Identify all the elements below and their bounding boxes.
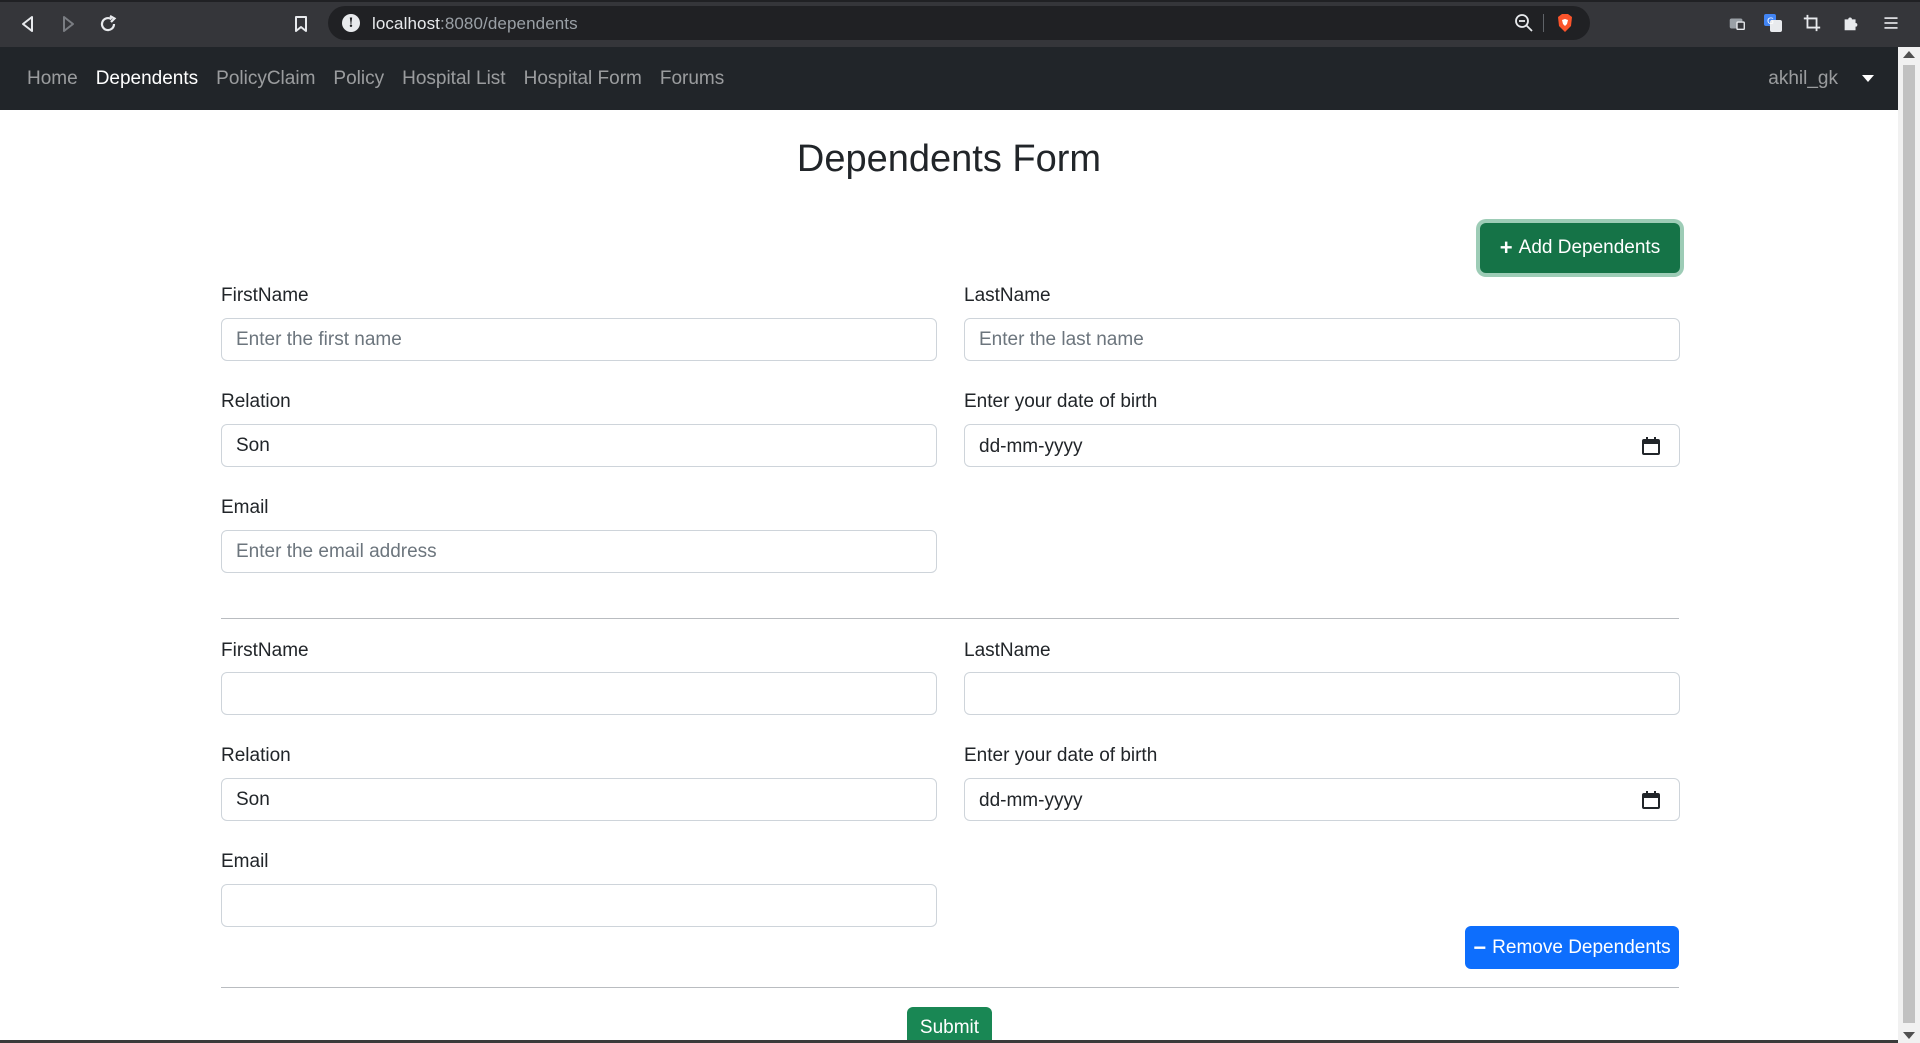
nav-link-policyclaim[interactable]: PolicyClaim [216, 68, 315, 90]
nav-link-hospital-list[interactable]: Hospital List [402, 68, 506, 90]
browser-chrome: ! localhost:8080/dependents G [0, 0, 1920, 47]
last-name-label-2: LastName [964, 640, 1051, 661]
last-name-input[interactable] [964, 318, 1680, 361]
extensions-puzzle-icon[interactable] [1840, 12, 1862, 34]
section-divider [221, 618, 1679, 619]
add-dependents-button[interactable]: + Add Dependents [1480, 223, 1680, 273]
email-label-2: Email [221, 851, 269, 872]
remove-dependents-label: Remove Dependents [1492, 936, 1671, 958]
dob-value-2: dd-mm-yyyy [979, 790, 1083, 811]
translate-icon[interactable]: G [1762, 12, 1784, 34]
first-name-input[interactable] [221, 318, 937, 361]
relation-input[interactable] [221, 424, 937, 467]
nav-link-forums[interactable]: Forums [660, 68, 724, 90]
browser-menu-icon[interactable] [1880, 12, 1902, 34]
first-name-label-2: FirstName [221, 640, 309, 661]
address-bar-divider [1543, 14, 1544, 32]
plus-icon: + [1499, 235, 1513, 260]
add-dependents-label: Add Dependents [1518, 237, 1661, 258]
chrome-edge [0, 0, 1920, 2]
first-name-label: FirstName [221, 285, 309, 306]
extension-shield-icon[interactable] [1726, 12, 1748, 34]
last-name-label: LastName [964, 285, 1051, 306]
minus-icon: − [1473, 934, 1487, 960]
dob-input[interactable]: dd-mm-yyyy [964, 424, 1680, 467]
bookmark-button[interactable] [287, 10, 315, 38]
address-bar[interactable]: ! localhost:8080/dependents [328, 6, 1590, 40]
section-divider-2 [221, 987, 1679, 988]
scroll-up-icon[interactable] [1903, 51, 1915, 58]
reload-icon [100, 15, 117, 32]
calendar-icon[interactable] [1641, 790, 1661, 810]
relation-label-2: Relation [221, 745, 291, 766]
zoom-out-icon[interactable] [1514, 13, 1534, 33]
site-info-icon[interactable]: ! [342, 14, 360, 32]
scroll-thumb[interactable] [1903, 65, 1915, 1023]
brave-shield-icon[interactable] [1554, 12, 1576, 34]
nav-links: Home Dependents PolicyClaim Policy Hospi… [27, 47, 742, 110]
relation-label: Relation [221, 391, 291, 412]
email-input-2[interactable] [221, 884, 937, 927]
reload-button[interactable] [94, 10, 122, 38]
username: akhil_gk [1768, 67, 1838, 89]
email-input[interactable] [221, 530, 937, 573]
url-text[interactable]: localhost:8080/dependents [372, 14, 578, 34]
forward-button[interactable] [54, 10, 82, 38]
page-title: Dependents Form [796, 138, 1102, 180]
forward-icon [63, 16, 74, 32]
back-button[interactable] [14, 10, 42, 38]
back-icon [22, 16, 33, 32]
svg-text:G: G [1767, 17, 1774, 27]
calendar-icon[interactable] [1641, 436, 1661, 456]
submit-button[interactable]: Submit [907, 1007, 992, 1043]
nav-link-dependents[interactable]: Dependents [96, 68, 198, 90]
bookmark-icon [295, 16, 307, 32]
dob-value: dd-mm-yyyy [979, 436, 1083, 457]
top-navbar: Home Dependents PolicyClaim Policy Hospi… [0, 47, 1898, 110]
first-name-input-2[interactable] [221, 672, 937, 715]
caret-down-icon [1862, 75, 1874, 82]
email-label: Email [221, 497, 269, 518]
last-name-input-2[interactable] [964, 672, 1680, 715]
nav-link-policy[interactable]: Policy [333, 68, 384, 90]
user-dropdown[interactable]: akhil_gk [1768, 47, 1874, 110]
relation-input-2[interactable] [221, 778, 937, 821]
remove-dependents-button[interactable]: − Remove Dependents [1465, 926, 1679, 969]
nav-link-hospital-form[interactable]: Hospital Form [524, 68, 642, 90]
dob-label: Enter your date of birth [964, 391, 1158, 412]
page-scrollbar[interactable] [1898, 47, 1920, 1043]
nav-link-home[interactable]: Home [27, 68, 78, 90]
dob-label-2: Enter your date of birth [964, 745, 1158, 766]
dob-input-2[interactable]: dd-mm-yyyy [964, 778, 1680, 821]
crop-icon[interactable] [1801, 12, 1823, 34]
scroll-down-icon[interactable] [1903, 1032, 1915, 1039]
